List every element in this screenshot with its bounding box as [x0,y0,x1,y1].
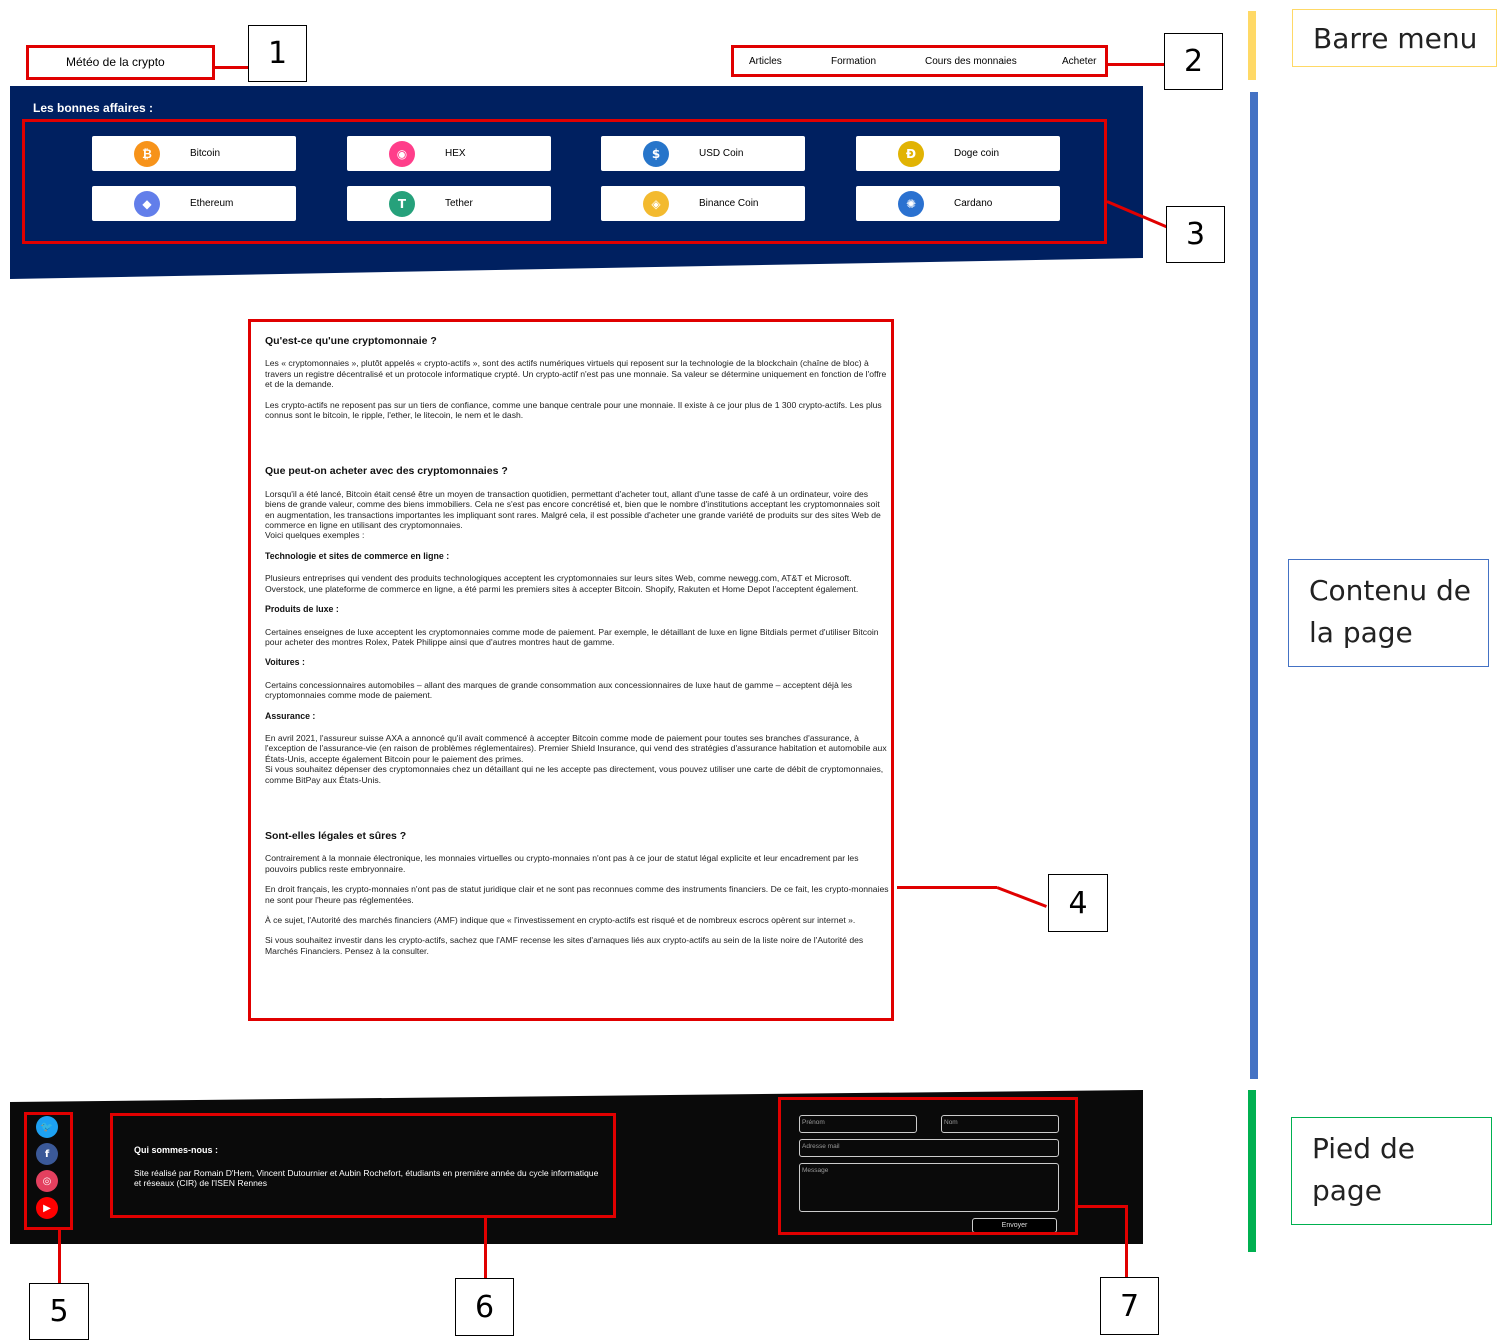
connector-line [484,1218,487,1278]
annotation-box-nav [731,45,1108,77]
connector-line [58,1230,61,1283]
hero-title: Les bonnes affaires : [33,101,154,115]
legend-footer-label: Pied de page [1291,1117,1492,1225]
annotation-box-article [248,319,894,1021]
callout-4: 4 [1048,874,1108,932]
legend-bar-footer [1248,1090,1256,1252]
connector-line [1108,63,1164,66]
connector-line [1078,1205,1128,1208]
connector-line [897,886,997,889]
annotation-box-about [110,1113,616,1218]
connector-line [215,66,248,69]
annotation-box-social [24,1112,73,1230]
connector-line [996,886,1048,908]
callout-6: 6 [455,1278,514,1336]
annotation-box-coins [22,119,1107,244]
annotation-box-logo [26,45,215,80]
connector-line [1125,1205,1128,1277]
callout-5: 5 [29,1283,89,1340]
legend-bar-menu [1248,11,1256,80]
callout-2: 2 [1164,33,1223,90]
callout-1: 1 [248,25,307,82]
legend-menu-label: Barre menu [1292,9,1497,67]
annotation-box-form [778,1097,1078,1235]
legend-bar-content [1250,92,1258,1079]
callout-3: 3 [1166,206,1225,263]
legend-content-label: Contenu de la page [1288,559,1489,667]
callout-7: 7 [1100,1277,1159,1335]
